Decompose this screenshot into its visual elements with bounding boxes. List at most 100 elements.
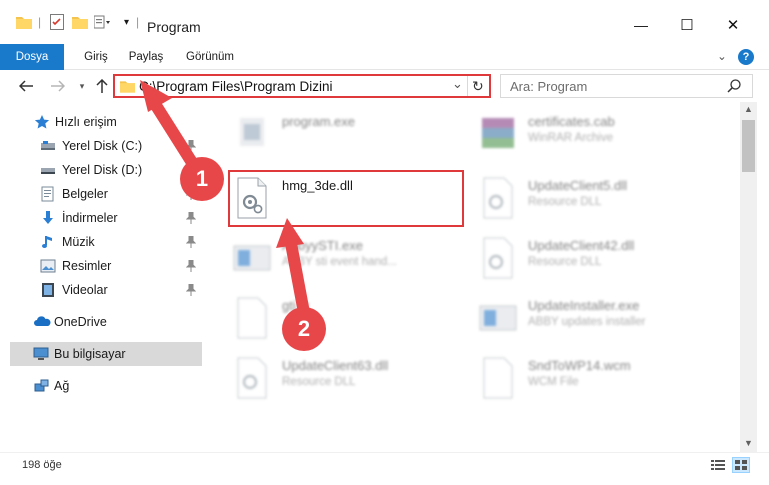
sidebar-item-downloads[interactable]: İndirmeler — [0, 206, 202, 230]
music-icon — [40, 234, 56, 250]
search-input[interactable]: Ara: Program — [510, 79, 587, 94]
minimize-icon: — — [634, 17, 648, 33]
ribbon-expand-icon[interactable]: ⌄ — [714, 44, 730, 70]
file-item[interactable]: UpdateClient42.dll Resource DLL — [478, 232, 718, 288]
pin-icon — [185, 211, 197, 224]
sidebar-item-disk-d[interactable]: Yerel Disk (D:) — [0, 158, 202, 182]
properties-icon[interactable] — [50, 14, 64, 30]
up-arrow-icon — [96, 79, 108, 93]
new-folder-icon[interactable] — [72, 14, 88, 30]
file-item[interactable]: program.exe — [232, 108, 472, 164]
sidebar-item-label: Videolar — [62, 283, 108, 297]
sidebar-item-documents[interactable]: Belgeler — [0, 182, 202, 206]
file-item[interactable]: UpdateClient5.dll Resource DLL — [478, 172, 718, 228]
pin-icon — [185, 283, 197, 296]
tab-home[interactable]: Giriş — [76, 44, 116, 70]
file-description: Resource DLL — [528, 196, 602, 208]
pin-icon — [185, 139, 197, 152]
file-name: UpdateClient63.dll — [282, 358, 389, 373]
file-description: ABBY sti event hand... — [282, 256, 397, 268]
file-name: certificates.cab — [528, 114, 615, 129]
large-icons-view-icon[interactable] — [732, 457, 750, 473]
divider — [467, 76, 468, 96]
up-button[interactable] — [92, 75, 112, 97]
vertical-scrollbar[interactable]: ▲ ▼ — [740, 102, 757, 452]
exe-icon — [232, 236, 272, 284]
file-name: UpdateClient5.dll — [528, 178, 628, 193]
details-view-icon[interactable] — [711, 459, 725, 474]
refresh-icon[interactable]: ↻ — [472, 78, 484, 95]
drive-icon — [40, 162, 56, 178]
tab-share[interactable]: Paylaş — [124, 44, 168, 70]
close-icon: ✕ — [726, 17, 740, 34]
computer-icon — [33, 346, 49, 362]
file-icon — [232, 296, 272, 344]
close-button[interactable]: ✕ — [710, 10, 756, 40]
sidebar-item-disk-c[interactable]: Yerel Disk (C:) — [0, 134, 202, 158]
sidebar-item-onedrive[interactable]: OneDrive — [0, 310, 202, 334]
file-description: WCM File — [528, 376, 579, 388]
sidebar-item-label: Belgeler — [62, 187, 108, 201]
sidebar-item-label: Yerel Disk (D:) — [62, 163, 143, 177]
window-title: Program — [147, 19, 201, 35]
video-icon — [40, 282, 56, 298]
sidebar-item-this-pc[interactable]: Bu bilgisayar — [10, 342, 202, 366]
scroll-up-icon[interactable]: ▲ — [744, 104, 753, 114]
sidebar-item-quick-access[interactable]: Hızlı erişim — [0, 110, 202, 134]
customize-toolbar-icon[interactable] — [94, 14, 110, 30]
recent-locations-icon[interactable]: ▾ — [72, 75, 92, 97]
file-item[interactable]: gti.tk — [232, 292, 472, 348]
maximize-button[interactable]: ☐ — [664, 10, 710, 40]
search-icon[interactable] — [727, 79, 741, 96]
file-description: Resource DLL — [528, 256, 602, 268]
sidebar-item-label: OneDrive — [54, 315, 107, 329]
sidebar-item-label: Müzik — [62, 235, 95, 249]
title-bar: | ▾ | Program — ☐ ✕ — [0, 0, 769, 44]
file-description: Resource DLL — [282, 376, 356, 388]
forward-button[interactable] — [48, 75, 68, 97]
tab-view[interactable]: Görünüm — [182, 44, 238, 70]
file-item[interactable]: AbbyySTI.exe ABBY sti event hand... — [232, 232, 472, 288]
file-item[interactable]: certificates.cab WinRAR Archive — [478, 108, 718, 164]
address-dropdown-icon[interactable]: ⌄ — [452, 76, 463, 92]
sidebar-item-videos[interactable]: Videolar — [0, 278, 202, 302]
search-box[interactable]: Ara: Program — [500, 74, 753, 98]
navigation-pane: Hızlı erişim Yerel Disk (C:) Yerel Disk … — [0, 102, 205, 452]
maximize-icon: ☐ — [680, 17, 694, 34]
sidebar-item-label: Ağ — [54, 379, 70, 393]
back-button[interactable] — [16, 75, 36, 97]
documents-icon — [40, 186, 56, 202]
address-bar[interactable]: C:\Program Files\Program Dizini ⌄ ↻ — [113, 74, 491, 98]
sidebar-item-network[interactable]: Ağ — [0, 374, 202, 398]
forward-arrow-icon — [51, 80, 65, 92]
sidebar-item-label: Resimler — [62, 259, 112, 273]
file-item[interactable]: SndToWP14.wcm WCM File — [478, 352, 718, 408]
file-item[interactable]: UpdateInstaller.exe ABBY updates install… — [478, 292, 718, 348]
step-2-badge: 2 — [282, 307, 326, 351]
archive-icon — [478, 112, 518, 160]
step-1-badge: 1 — [180, 157, 224, 201]
drive-icon — [40, 138, 56, 154]
cloud-icon — [33, 314, 51, 330]
pictures-icon — [40, 258, 56, 274]
sidebar-item-music[interactable]: Müzik — [0, 230, 202, 254]
file-name: AbbyySTI.exe — [282, 238, 363, 253]
minimize-button[interactable]: — — [618, 10, 664, 40]
help-icon[interactable]: ? — [738, 49, 754, 65]
exe-icon — [232, 112, 272, 160]
sidebar-item-pictures[interactable]: Resimler — [0, 254, 202, 278]
scroll-down-icon[interactable]: ▼ — [744, 438, 753, 448]
star-icon — [34, 114, 50, 130]
download-icon — [40, 210, 56, 226]
network-icon — [33, 378, 49, 394]
folder-icon — [120, 79, 135, 96]
sidebar-item-label: Yerel Disk (C:) — [62, 139, 143, 153]
file-item[interactable]: UpdateClient63.dll Resource DLL — [232, 352, 472, 408]
file-description: WinRAR Archive — [528, 132, 613, 144]
scroll-thumb[interactable] — [742, 120, 755, 172]
file-icon — [478, 356, 518, 404]
quick-access-dropdown-icon[interactable]: ▾ — [124, 14, 129, 30]
file-name: program.exe — [282, 114, 355, 129]
address-path[interactable]: C:\Program Files\Program Dizini — [139, 79, 333, 94]
dll-icon — [478, 236, 518, 284]
